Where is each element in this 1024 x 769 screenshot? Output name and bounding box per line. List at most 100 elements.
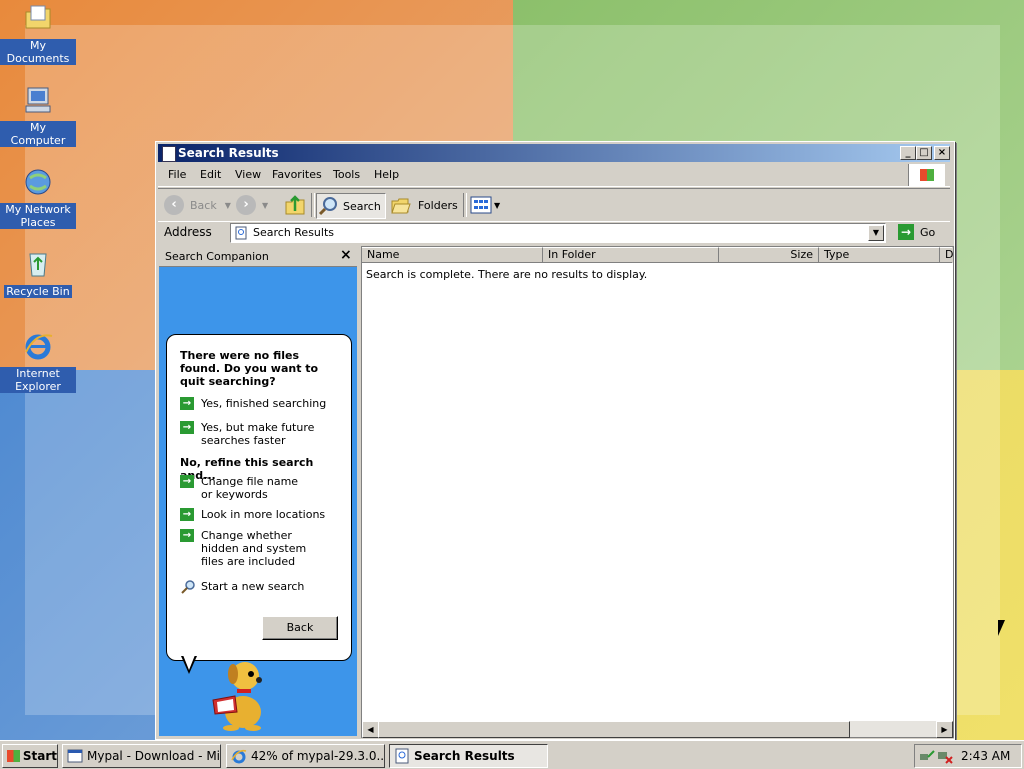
title-bar[interactable]: Search Results _ □ × [158,144,950,162]
windows-logo-icon [908,164,945,186]
folders-button[interactable]: Folders [390,193,458,217]
scroll-right-icon[interactable]: ▶ [936,721,953,738]
search-companion-title: Search Companion [165,250,269,263]
minimize-button[interactable]: _ [900,146,916,160]
option-new-search[interactable]: Start a new search [180,580,304,594]
desktop-icon-label: My Network Places [0,203,76,229]
desktop-icon-label: Internet Explorer [0,367,76,393]
search-dog-icon [212,662,262,731]
desktop-icon-label: Recycle Bin [4,285,72,298]
close-button[interactable]: × [934,146,950,160]
back-arrow-icon: ‹ [164,195,184,215]
green-arrow-icon: → [180,475,194,488]
column-type[interactable]: Type [819,247,940,263]
no-files-question: There were no files found. Do you want t… [180,349,319,388]
desktop-icon-my-computer[interactable]: My Computer [0,84,76,147]
task-mypal-download[interactable]: Mypal - Download - Mi... [62,744,221,768]
option-make-searches-faster[interactable]: → Yes, but make future searches faster [180,421,321,447]
search-icon [318,197,337,216]
search-label: Search [343,199,381,213]
up-folder-icon [285,195,305,215]
search-companion-balloon: There were no files found. Do you want t… [166,334,352,661]
search-results-icon [235,226,247,240]
task-label: Search Results [414,749,515,763]
desktop-icon-label: My Documents [0,39,76,65]
search-results-icon [395,748,409,764]
forward-dropdown-icon: ▼ [262,200,269,210]
go-arrow-icon: → [898,224,914,240]
option-label: Yes, but make future searches faster [201,421,315,447]
network-tray-icon[interactable] [919,748,935,764]
go-button[interactable]: → Go [898,224,935,240]
option-more-locations[interactable]: → Look in more locations [180,508,331,521]
toolbar-separator [463,193,467,217]
computer-icon [25,87,51,113]
network-places-icon [25,169,51,195]
search-button[interactable]: Search [316,193,386,219]
start-label: Start [22,749,57,763]
maximize-button[interactable]: □ [916,146,932,160]
internet-explorer-icon [231,749,247,764]
menu-edit[interactable]: Edit [200,168,221,181]
back-label: Back [190,198,217,212]
scroll-left-icon[interactable]: ◀ [362,721,379,738]
task-label: 42% of mypal-29.3.0.... [251,749,385,763]
option-label: Look in more locations [201,508,326,521]
menu-tools[interactable]: Tools [333,168,360,181]
search-results-window: Search Results _ □ × File Edit View Favo… [155,141,955,740]
task-search-results[interactable]: Search Results [389,744,548,768]
folders-icon [391,198,411,214]
back-button[interactable]: ‹ Back ▼ [164,193,231,217]
balloon-tail-fill [183,655,195,670]
column-date[interactable]: D [940,247,953,263]
start-button[interactable]: Start [2,744,58,768]
column-header-row: Name In Folder Size Type D [362,247,953,263]
desktop-icon-my-documents[interactable]: My Documents [0,2,76,65]
views-icon [470,196,492,214]
scrollbar-thumb[interactable] [378,721,850,738]
up-folder-button[interactable] [284,193,306,217]
magnifier-icon [181,580,195,594]
taskbar: Start Mypal - Download - Mi... 42% of my… [0,740,1024,769]
search-companion-pane: Search Companion × There were no files f… [159,246,357,736]
network-disconnected-tray-icon[interactable] [937,748,953,764]
menu-view[interactable]: View [235,168,261,181]
option-finished-searching[interactable]: → Yes, finished searching [180,397,331,410]
green-arrow-icon: → [180,529,194,542]
option-label: Yes, finished searching [201,397,327,410]
folder-documents-icon [25,5,51,29]
search-results-window-icon [162,146,176,162]
forward-button[interactable]: › ▼ [236,193,268,217]
horizontal-scrollbar[interactable]: ◀ ▶ [362,721,953,738]
address-input[interactable]: Search Results ▼ [230,223,886,243]
option-hidden-system-files[interactable]: → Change whether hidden and system files… [180,529,323,568]
menu-favorites[interactable]: Favorites [272,168,322,181]
green-arrow-icon: → [180,397,194,410]
companion-back-button[interactable]: Back [262,616,338,640]
views-dropdown-icon: ▼ [494,200,501,210]
menu-file[interactable]: File [168,168,186,181]
desktop-icon-recycle-bin[interactable]: Recycle Bin [0,248,76,298]
task-download-progress[interactable]: 42% of mypal-29.3.0.... [226,744,385,768]
task-label: Mypal - Download - Mi... [87,749,221,763]
results-list[interactable]: Name In Folder Size Type D Search is com… [361,246,954,738]
column-name[interactable]: Name [362,247,543,263]
internet-explorer-icon [25,334,53,360]
column-in-folder[interactable]: In Folder [543,247,719,263]
desktop-icon-my-network-places[interactable]: My Network Places [0,166,76,229]
address-bar: Address Search Results ▼ → Go [158,222,950,244]
system-tray: 2:43 AM [914,744,1022,768]
option-change-file-name[interactable]: → Change file name or keywords [180,475,311,501]
clock[interactable]: 2:43 AM [961,749,1010,763]
recycle-bin-icon [29,253,47,277]
green-arrow-icon: → [180,421,194,434]
results-message: Search is complete. There are no results… [366,268,648,281]
menu-help[interactable]: Help [374,168,399,181]
desktop-icon-internet-explorer[interactable]: Internet Explorer [0,330,76,393]
back-dropdown-icon: ▼ [224,200,231,210]
close-pane-icon[interactable]: × [340,247,352,263]
toolbar-separator [311,193,315,217]
column-size[interactable]: Size [719,247,819,263]
address-dropdown-icon[interactable]: ▼ [868,225,884,241]
views-button[interactable]: ▼ [470,193,500,217]
